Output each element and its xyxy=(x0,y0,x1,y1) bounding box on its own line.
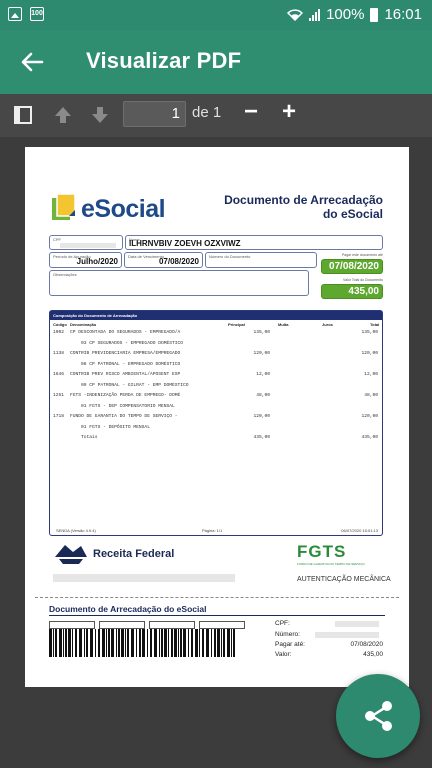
share-button[interactable] xyxy=(336,674,420,758)
back-arrow-icon[interactable] xyxy=(18,48,46,76)
stub-pagar-label: Pagar até: xyxy=(275,641,305,648)
redacted-stub-numero xyxy=(315,632,379,638)
esocial-logo: eSocial xyxy=(51,193,171,225)
redacted-stub-cpf xyxy=(335,621,379,627)
stub-title: Documento de Arrecadação do eSocial xyxy=(49,604,207,614)
row-description: 03 CP SEGURADOS - EMPREGADO DOMÉSTICO xyxy=(70,340,184,346)
pdf-page: eSocial Documento de Arrecadação do eSoc… xyxy=(25,147,409,687)
row-description: CONTRIB PREVIDENCIARIA EMPRESA/EMPREGADO xyxy=(70,351,181,356)
row-principal: 48,00 xyxy=(256,393,270,398)
due-date-field: Data de Vencimento 07/08/2020 xyxy=(124,252,203,268)
stub-valor-value: 435,00 xyxy=(363,651,383,658)
period-field: Período de Apuração Julho/2020 xyxy=(49,252,122,268)
document-number-field: Número do Documento xyxy=(205,252,317,268)
total-value-field: 435,00 xyxy=(321,284,383,299)
total-value-label: Valor Total do Documento xyxy=(343,278,383,282)
zoom-in-button[interactable]: + xyxy=(282,100,296,124)
fgts-logo: FGTS FUNDO DE GARANTIA DO TEMPO DE SERVI… xyxy=(297,542,365,566)
page-total-label: de 1 xyxy=(192,104,222,121)
receita-federal-logo: Receita Federal xyxy=(53,543,174,565)
wifi-icon xyxy=(287,8,304,21)
share-icon xyxy=(365,701,392,731)
stub-numero-label: Número: xyxy=(275,631,300,638)
row-description: CONTRIB PREV RISCO AMBIENTAL/APOSENT ESP xyxy=(70,372,181,377)
row-description: 01 FGTS - DEP COMPENSATORIO MENSAL xyxy=(70,403,175,409)
redacted-cpf xyxy=(60,243,116,248)
stub-valor-label: Valor: xyxy=(275,651,292,658)
row-total: 120,00 xyxy=(361,414,378,419)
page-number-input[interactable]: 1 xyxy=(123,101,186,127)
clock: 16:01 xyxy=(384,6,422,23)
pay-by-field: 07/08/2020 xyxy=(321,259,383,274)
status-bar: 100 100% 16:01 xyxy=(0,0,432,30)
signal-icon xyxy=(309,8,321,21)
row-total: 435,00 xyxy=(361,435,378,440)
battery-percent: 100% xyxy=(326,6,365,23)
row-description: 09 CP PATRONAL - GILRAT - EMP DOMÉSTICO xyxy=(70,382,189,388)
pdf-toolbar: 1 de 1 − + xyxy=(0,94,432,137)
previous-page-icon[interactable] xyxy=(51,103,75,127)
row-description: FGTS -INDENIZAÇÃO PERDA DE EMPREGO- DOMÉ xyxy=(70,393,181,398)
composition-header: Composição do Documento de Arrecadação xyxy=(50,311,382,320)
row-code: 1251 xyxy=(53,393,65,398)
mechanical-authentication: AUTENTICAÇÃO MECÂNICA xyxy=(297,576,391,583)
calendar-notification-icon: 100 xyxy=(30,7,44,21)
sidebar-toggle-icon[interactable] xyxy=(11,103,35,127)
row-description: 01 FGTS - DEPÓSITO MENSAL xyxy=(70,424,150,430)
app-bar: Visualizar PDF xyxy=(0,30,432,94)
battery-icon xyxy=(370,7,379,22)
row-principal: 12,00 xyxy=(256,372,270,377)
stub-cpf-label: CPF: xyxy=(275,620,290,627)
row-description: FUNDO DE GARANTIA DO TEMPO DE SERVIÇO - xyxy=(70,414,178,419)
esocial-logo-text: eSocial xyxy=(81,195,166,223)
row-code: 1002 xyxy=(53,330,65,335)
barcode-digit-boxes xyxy=(49,621,245,629)
page-title: Visualizar PDF xyxy=(86,48,242,73)
row-total: 12,00 xyxy=(364,372,378,377)
row-description: 08 CP PATRONAL - EMPREGADO DOMÉSTICO xyxy=(70,361,181,367)
cpf-field: CPF xyxy=(49,235,123,250)
row-code: 1646 xyxy=(53,372,65,377)
document-title: Documento de Arrecadação do eSocial xyxy=(224,193,383,221)
composition-table: Composição do Documento de Arrecadação C… xyxy=(49,310,383,536)
observations-field: Observações xyxy=(49,270,309,296)
cut-line xyxy=(35,597,399,598)
row-principal: 120,00 xyxy=(253,414,270,419)
gallery-notification-icon xyxy=(8,7,22,21)
row-description: Totais xyxy=(70,435,98,440)
row-principal: 135,00 xyxy=(253,330,270,335)
row-principal: 120,00 xyxy=(253,351,270,356)
esocial-logo-icon xyxy=(52,193,76,220)
stub-divider xyxy=(49,615,385,616)
row-total: 135,00 xyxy=(361,330,378,335)
receita-federal-emblem-icon xyxy=(55,545,87,564)
zoom-out-button[interactable]: − xyxy=(244,100,258,124)
row-total: 48,00 xyxy=(364,393,378,398)
row-code: 1718 xyxy=(53,414,65,419)
row-code: 1138 xyxy=(53,351,65,356)
stub-pagar-value: 07/08/2020 xyxy=(350,641,383,648)
row-principal: 435,00 xyxy=(253,435,270,440)
redacted-barcode-line xyxy=(53,574,235,582)
next-page-icon[interactable] xyxy=(88,103,112,127)
pay-by-label: Pagar este documento até xyxy=(341,253,383,257)
row-total: 120,00 xyxy=(361,351,378,356)
barcode xyxy=(49,629,235,657)
row-description: CP DESCONTADA DO SEGURADOS - EMPREGADO/A xyxy=(70,330,181,335)
name-field: Nome ILHRNVBIV ZOEVH OZXVIWZ xyxy=(125,235,383,250)
